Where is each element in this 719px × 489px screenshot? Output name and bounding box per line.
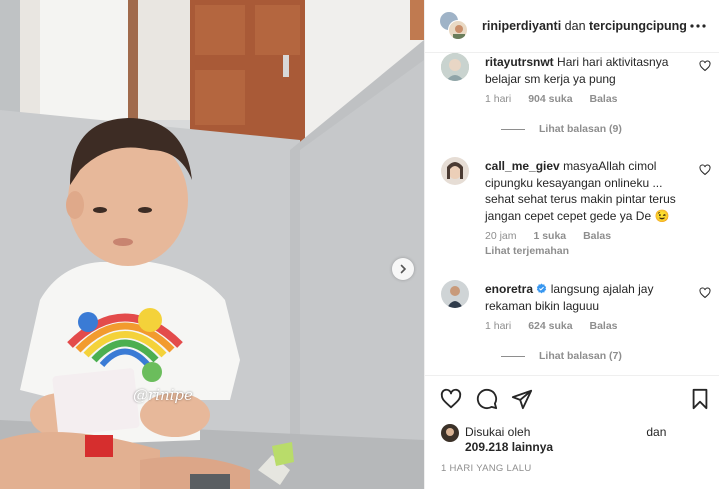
reply-button[interactable]: Balas xyxy=(589,93,617,105)
comment-likes[interactable]: 624 suka xyxy=(528,320,572,332)
liked-by-joiner: dan xyxy=(646,425,667,439)
divider xyxy=(501,128,525,130)
translate-button[interactable]: Lihat terjemahan xyxy=(485,245,569,257)
coauthor-username[interactable]: tercipungcipung xyxy=(589,19,687,33)
likes-count[interactable]: 209.218 lainnya xyxy=(465,440,553,454)
author-username[interactable]: riniperdiyanti xyxy=(482,19,561,33)
liked-by-prefix: Disukai oleh xyxy=(465,425,531,439)
comment-body: ritayutrsnwt Hari hari aktivitasnya bela… xyxy=(485,54,695,87)
post-header: riniperdiyanti dan tercipungcipung xyxy=(425,0,719,53)
comment-meta: 20 jam 1 suka Balas xyxy=(485,230,625,242)
liked-by-line: Disukai oleh dan xyxy=(465,425,666,439)
comment-likes[interactable]: 904 suka xyxy=(528,93,572,105)
avatar[interactable] xyxy=(441,280,469,308)
comment-meta: 1 hari 624 suka Balas xyxy=(485,320,632,332)
avatar[interactable] xyxy=(441,157,469,185)
heart-icon[interactable] xyxy=(699,164,711,176)
post-media[interactable]: @rinipe xyxy=(0,0,424,489)
chevron-right-icon xyxy=(400,264,407,274)
post-timestamp[interactable]: 1 HARI YANG LALU xyxy=(441,463,532,474)
more-icon[interactable] xyxy=(689,17,707,35)
heart-icon[interactable] xyxy=(440,388,462,410)
heart-icon[interactable] xyxy=(699,60,711,72)
heart-icon[interactable] xyxy=(699,287,711,299)
view-replies-label: Lihat balasan (9) xyxy=(539,123,622,135)
comment-time: 20 jam xyxy=(485,230,517,242)
divider xyxy=(501,355,525,357)
view-replies-button[interactable]: Lihat balasan (7) xyxy=(485,350,622,362)
comment-username[interactable]: ritayutrsnwt xyxy=(485,55,554,69)
comment-body: call_me_giev masyaAllah cimol cipungku k… xyxy=(485,158,695,224)
comment-username[interactable]: enoretra xyxy=(485,282,533,296)
avatar xyxy=(448,20,468,40)
comment-meta: 1 hari 904 suka Balas xyxy=(485,93,632,105)
comments-list[interactable]: ritayutrsnwt Hari hari aktivitasnya bela… xyxy=(425,53,719,375)
next-slide-button[interactable] xyxy=(392,258,414,280)
bookmark-icon[interactable] xyxy=(690,388,710,410)
watermark: @rinipe xyxy=(133,386,193,404)
post-authors[interactable]: riniperdiyanti dan tercipungcipung xyxy=(482,19,687,33)
avatar[interactable] xyxy=(441,424,459,442)
avatar[interactable] xyxy=(441,53,469,81)
comment-username[interactable]: call_me_giev xyxy=(485,159,560,173)
post-actions: Disukai oleh dan 209.218 lainnya 1 HARI Y… xyxy=(425,375,719,489)
author-joiner: dan xyxy=(564,19,586,33)
collab-avatars[interactable] xyxy=(439,11,469,41)
comment-time: 1 hari xyxy=(485,320,512,332)
view-replies-button[interactable]: Lihat balasan (9) xyxy=(485,123,622,135)
comment-icon[interactable] xyxy=(476,388,498,410)
share-icon[interactable] xyxy=(511,388,533,410)
post-panel: riniperdiyanti dan tercipungcipung ritay… xyxy=(424,0,719,489)
baby-photo xyxy=(0,0,424,489)
comment-likes[interactable]: 1 suka xyxy=(533,230,566,242)
comment-body: enoretra langsung ajalah jay rekaman bik… xyxy=(485,281,695,314)
verified-icon xyxy=(537,283,547,294)
comment-time: 1 hari xyxy=(485,93,512,105)
reply-button[interactable]: Balas xyxy=(589,320,617,332)
reply-button[interactable]: Balas xyxy=(583,230,611,242)
view-replies-label: Lihat balasan (7) xyxy=(539,350,622,362)
